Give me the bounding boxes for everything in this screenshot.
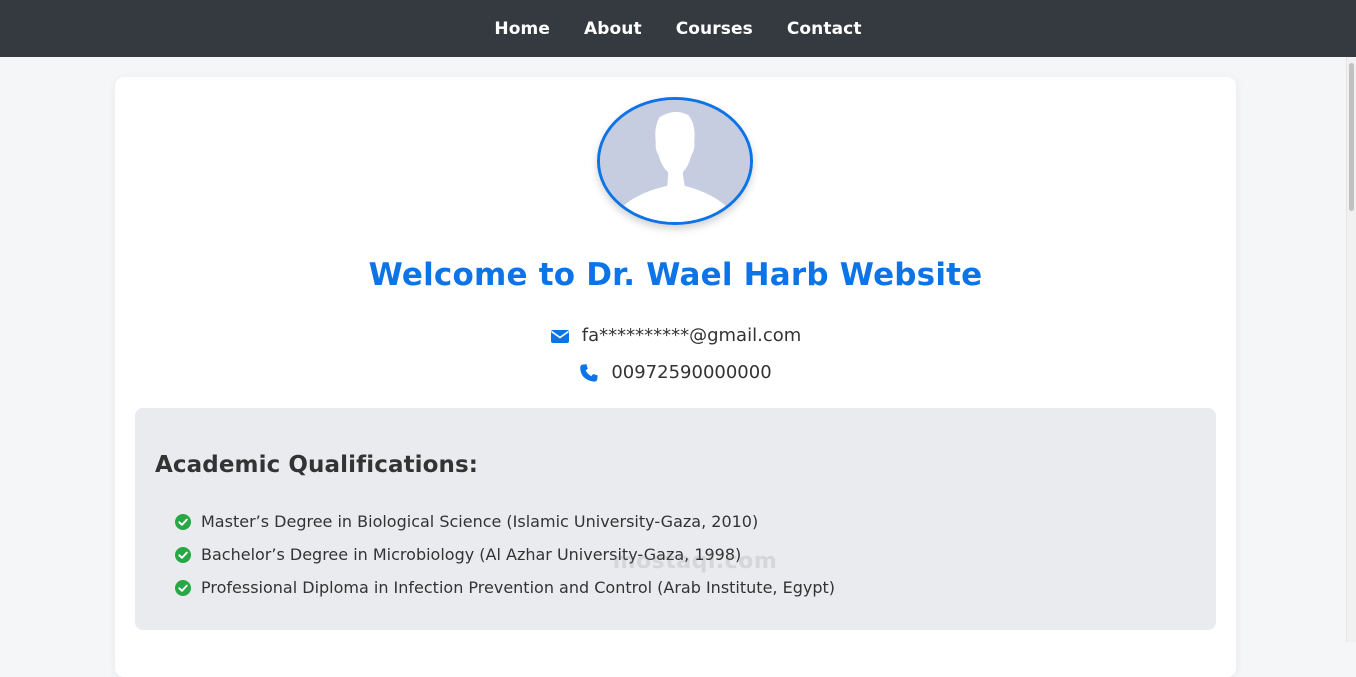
email-row: fa**********@gmail.com <box>115 325 1236 346</box>
page-title: Welcome to Dr. Wael Harb Website <box>368 257 983 293</box>
watermark-text: mostaql.com <box>612 549 778 574</box>
top-navbar: Home About Courses Contact <box>0 0 1356 57</box>
phone-icon <box>580 363 598 382</box>
qualifications-section: Academic Qualifications: Master’s Degree… <box>135 408 1216 630</box>
phone-text: 00972590000000 <box>611 362 772 383</box>
check-circle-icon <box>175 579 191 596</box>
qualification-text: Professional Diploma in Infection Preven… <box>201 578 835 597</box>
check-circle-icon <box>175 513 191 530</box>
profile-card: Welcome to Dr. Wael Harb Website fa*****… <box>115 77 1236 677</box>
email-text: fa**********@gmail.com <box>581 325 802 346</box>
user-silhouette-icon <box>600 100 750 222</box>
avatar <box>597 97 753 225</box>
nav-courses-link[interactable]: Courses <box>676 19 753 39</box>
phone-row: 00972590000000 <box>115 362 1236 383</box>
list-item: Master’s Degree in Biological Science (I… <box>175 505 835 538</box>
check-circle-icon <box>175 546 191 563</box>
nav-contact-link[interactable]: Contact <box>787 19 862 39</box>
qualification-text: Master’s Degree in Biological Science (I… <box>201 512 759 531</box>
nav-about-link[interactable]: About <box>584 19 642 39</box>
scrollbar-thumb[interactable] <box>1349 63 1354 211</box>
envelope-icon <box>550 329 569 343</box>
nav-home-link[interactable]: Home <box>494 19 550 39</box>
page-scrollbar[interactable] <box>1346 57 1356 642</box>
list-item: Professional Diploma in Infection Preven… <box>175 571 835 604</box>
qualifications-heading: Academic Qualifications: <box>155 452 479 478</box>
